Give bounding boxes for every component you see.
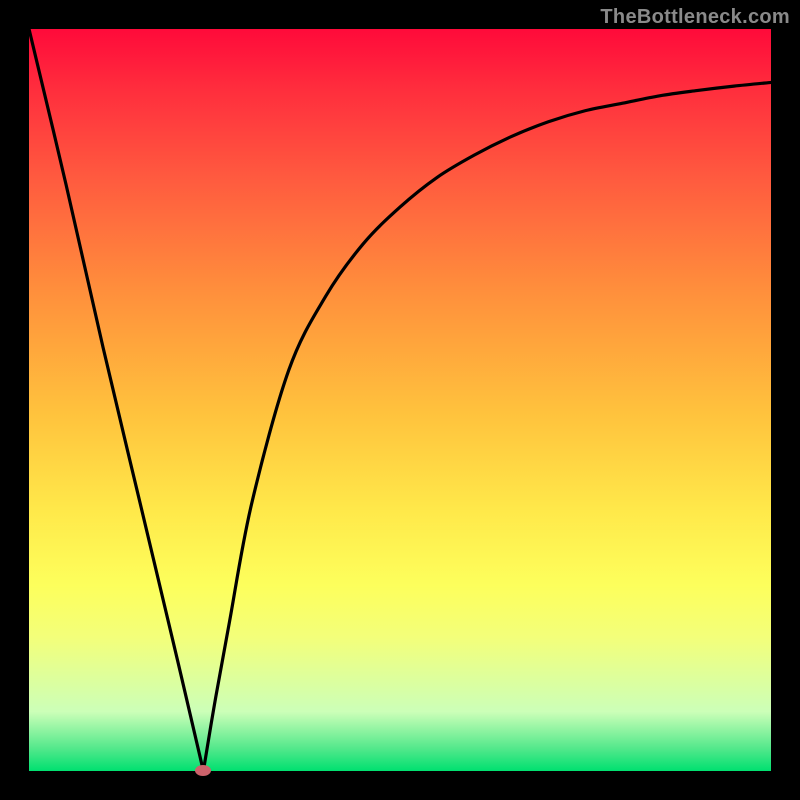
- watermark-label: TheBottleneck.com: [600, 6, 790, 29]
- chart-outer-frame: TheBottleneck.com: [0, 0, 800, 800]
- optimum-marker-dot: [195, 765, 211, 776]
- bottleneck-curve: [29, 29, 771, 771]
